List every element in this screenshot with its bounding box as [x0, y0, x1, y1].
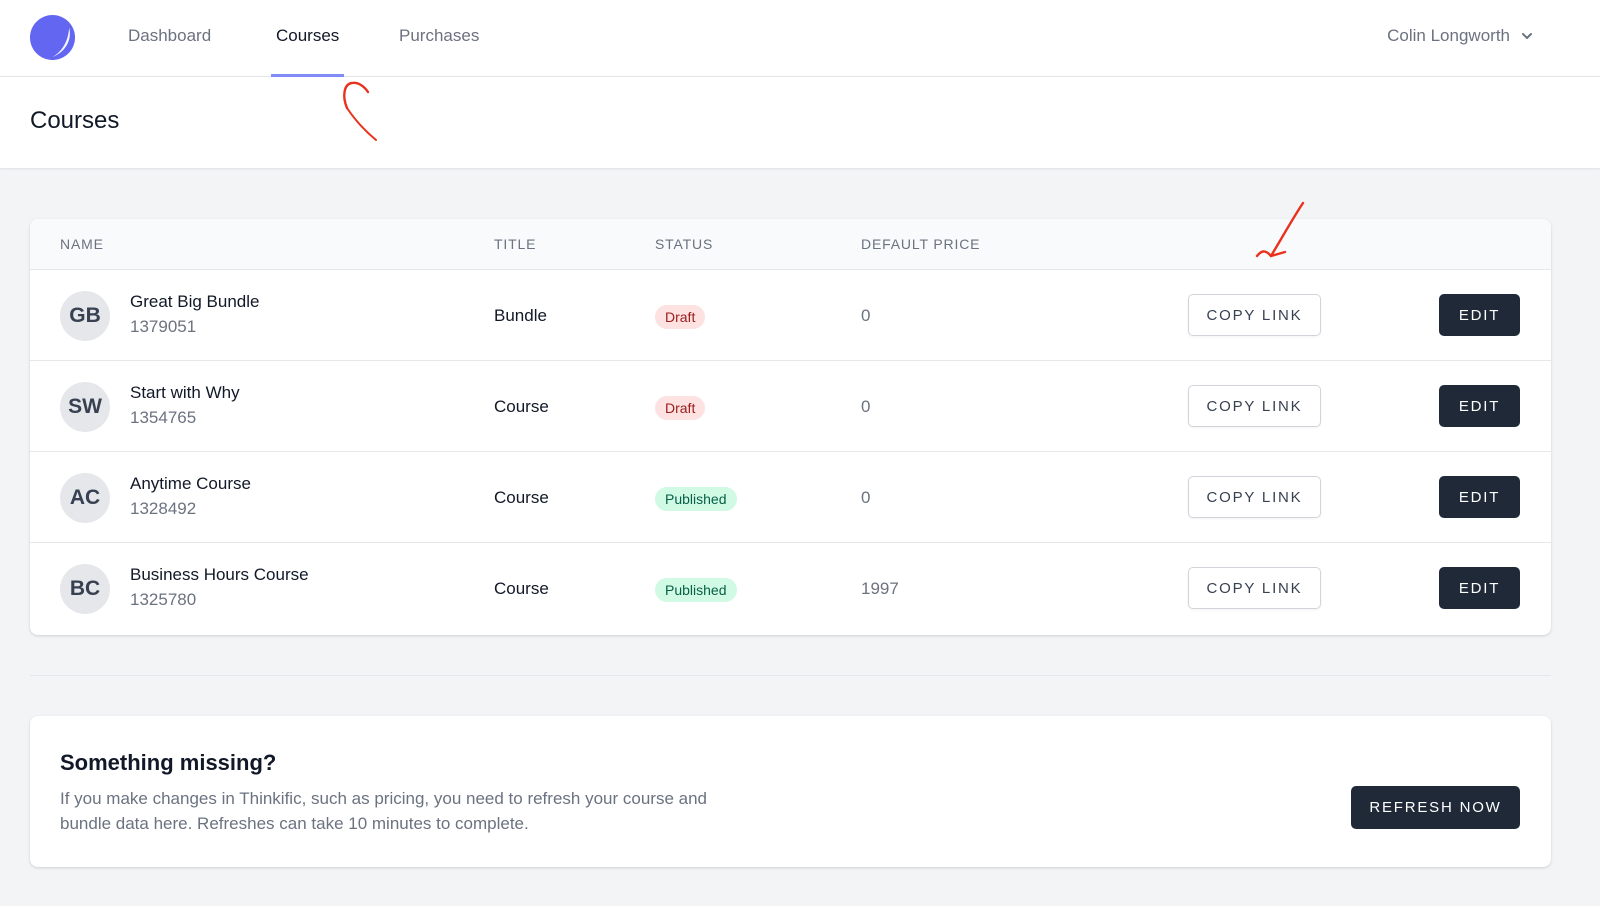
chevron-down-icon	[1522, 33, 1532, 39]
edit-button[interactable]: EDIT	[1439, 294, 1520, 336]
status-badge: Draft	[655, 305, 706, 329]
nav-purchases[interactable]: Purchases	[399, 0, 479, 77]
default-price: 0	[861, 306, 871, 325]
page-title: Courses	[30, 107, 120, 134]
default-price: 0	[861, 397, 871, 416]
course-name: Anytime Course	[130, 474, 251, 493]
edit-button[interactable]: EDIT	[1439, 567, 1520, 609]
default-price: 0	[861, 488, 871, 507]
courses-table: NAME TITLE STATUS DEFAULT PRICE GB Great…	[30, 219, 1551, 635]
refresh-card: Something missing? If you make changes i…	[30, 716, 1551, 867]
course-name: Start with Why	[130, 383, 240, 402]
course-title: Course	[494, 579, 549, 598]
refresh-card-description: If you make changes in Thinkific, such a…	[60, 789, 707, 833]
course-title: Bundle	[494, 306, 547, 325]
refresh-card-title: Something missing?	[60, 750, 277, 775]
nav-dashboard[interactable]: Dashboard	[128, 0, 211, 77]
app-logo-icon[interactable]	[29, 14, 76, 61]
user-menu[interactable]: Colin Longworth	[1387, 0, 1534, 72]
copy-link-button[interactable]: COPY LINK	[1188, 567, 1321, 609]
course-id: 1325780	[130, 590, 197, 609]
course-id: 1354765	[130, 408, 197, 427]
course-name: Business Hours Course	[130, 565, 309, 584]
avatar: BC	[60, 564, 110, 614]
nav-courses[interactable]: Courses	[270, 0, 345, 77]
table-header: NAME TITLE STATUS DEFAULT PRICE	[30, 219, 1551, 270]
column-header-name: NAME	[60, 236, 104, 252]
section-divider	[30, 675, 1551, 676]
course-id: 1328492	[130, 499, 197, 518]
avatar: SW	[60, 382, 110, 432]
refresh-now-button[interactable]: REFRESH NOW	[1351, 786, 1520, 829]
column-header-title: TITLE	[494, 236, 537, 252]
status-badge: Draft	[655, 396, 706, 420]
course-title: Course	[494, 488, 549, 507]
course-title: Course	[494, 397, 549, 416]
course-name: Great Big Bundle	[130, 292, 260, 311]
edit-button[interactable]: EDIT	[1439, 385, 1520, 427]
table-row: GB Great Big Bundle 1379051 Bundle Draft…	[30, 270, 1551, 361]
avatar: AC	[60, 473, 110, 523]
course-id: 1379051	[130, 317, 197, 336]
top-navbar: Dashboard Courses Purchases Colin Longwo…	[0, 0, 1600, 77]
avatar: GB	[60, 291, 110, 341]
status-badge: Published	[655, 487, 737, 511]
edit-button[interactable]: EDIT	[1439, 476, 1520, 518]
user-name: Colin Longworth	[1387, 26, 1510, 45]
copy-link-button[interactable]: COPY LINK	[1188, 476, 1321, 518]
copy-link-button[interactable]: COPY LINK	[1188, 385, 1321, 427]
copy-link-button[interactable]: COPY LINK	[1188, 294, 1321, 336]
status-badge: Published	[655, 578, 737, 602]
column-header-default-price: DEFAULT PRICE	[861, 236, 981, 252]
column-header-status: STATUS	[655, 236, 714, 252]
default-price: 1997	[861, 579, 899, 598]
page-header: Courses	[0, 77, 1600, 169]
table-row: BC Business Hours Course 1325780 Course …	[30, 543, 1551, 634]
table-row: SW Start with Why 1354765 Course Draft 0…	[30, 361, 1551, 452]
table-row: AC Anytime Course 1328492 Course Publish…	[30, 452, 1551, 543]
